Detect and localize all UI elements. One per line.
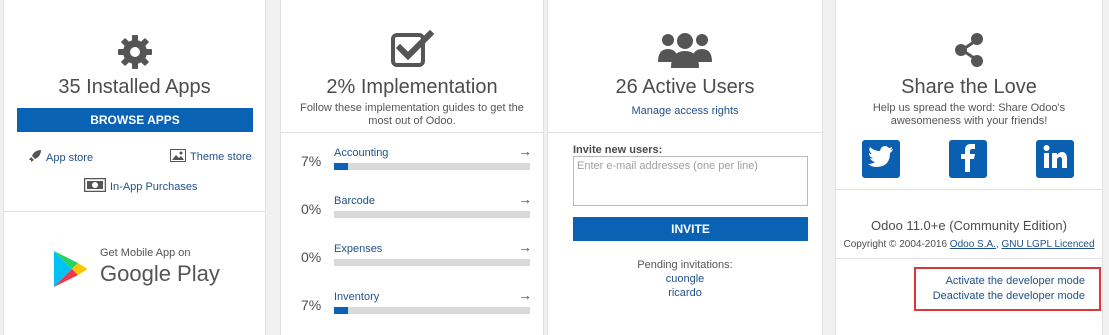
- guide-row[interactable]: 0% Expenses →: [281, 235, 545, 283]
- guide-row[interactable]: 7% Inventory →: [281, 283, 545, 331]
- pending-label: Pending invitations:: [637, 259, 733, 271]
- guide-percent: 0%: [301, 201, 322, 217]
- guide-percent: 7%: [301, 153, 322, 169]
- guide-percent: 0%: [301, 249, 322, 265]
- implementation-title: 2% Implementation: [326, 76, 498, 98]
- copyright-text: Copyright © 2004-2016: [843, 239, 948, 250]
- guide-name-link[interactable]: Barcode: [334, 195, 375, 207]
- guide-name-link[interactable]: Inventory: [334, 291, 379, 303]
- mobile-store-label: Google Play: [100, 261, 220, 286]
- guide-row[interactable]: 7% Accounting →: [281, 139, 545, 187]
- in-app-purchases-label[interactable]: In-App Purchases: [110, 181, 197, 193]
- apps-section: 35 Installed Apps BROWSE APPS App store …: [4, 0, 265, 212]
- checkbox-icon: [281, 30, 543, 70]
- users-header: 26 Active Users Manage access rights: [548, 0, 822, 133]
- app-store-link[interactable]: App store: [28, 149, 93, 166]
- users-icon: [548, 30, 822, 70]
- version-title: Odoo 11.0+e (Community Edition): [871, 218, 1067, 233]
- activate-developer-mode-link[interactable]: Activate the developer mode: [946, 275, 1085, 287]
- guide-row[interactable]: 0% Barcode →: [281, 187, 545, 235]
- guide-name-link[interactable]: Accounting: [334, 147, 388, 159]
- facebook-share-button[interactable]: [949, 140, 987, 178]
- google-play-icon: [52, 249, 88, 294]
- guide-percent: 7%: [301, 297, 322, 313]
- invite-button[interactable]: INVITE: [573, 217, 808, 241]
- guide-progress-fill: [334, 307, 348, 314]
- twitter-icon: [868, 145, 894, 173]
- linkedin-icon: [1042, 144, 1068, 175]
- users-panel: 26 Active Users Manage access rights Inv…: [547, 0, 823, 335]
- twitter-share-button[interactable]: [862, 140, 900, 178]
- guide-progress-bar: [334, 307, 530, 314]
- pending-user-link[interactable]: ricardo: [548, 287, 822, 300]
- manage-access-link[interactable]: Manage access rights: [548, 105, 822, 118]
- arrow-right-icon[interactable]: →: [518, 239, 532, 255]
- developer-mode-box: Activate the developer mode Deactivate t…: [914, 267, 1101, 311]
- guide-progress-fill: [334, 163, 348, 170]
- share-subtitle: Help us spread the word: Share Odoo's aw…: [872, 102, 1066, 127]
- apps-panel: 35 Installed Apps BROWSE APPS App store …: [3, 0, 266, 335]
- invite-label: Invite new users:: [573, 144, 663, 156]
- facebook-icon: [958, 142, 978, 177]
- arrow-right-icon[interactable]: →: [518, 143, 532, 159]
- arrow-right-icon[interactable]: →: [518, 191, 532, 207]
- odoo-company-link[interactable]: Odoo S.A.: [950, 239, 996, 250]
- version-section: Odoo 11.0+e (Community Edition) Copyrigh…: [836, 190, 1102, 259]
- apps-title: 35 Installed Apps: [58, 76, 211, 98]
- copyright-line: Copyright © 2004-2016 Odoo S.A., GNU LGP…: [843, 239, 1095, 250]
- invite-email-field[interactable]: [573, 156, 808, 206]
- share-icon: [836, 33, 1102, 67]
- mobile-get-label: Get Mobile App on: [100, 247, 191, 259]
- gear-icon: [4, 32, 265, 72]
- guide-progress-bar: [334, 211, 530, 218]
- app-store-label[interactable]: App store: [46, 152, 93, 164]
- implementation-subtitle: Follow these implementation guides to ge…: [300, 102, 524, 127]
- theme-store-label[interactable]: Theme store: [190, 151, 252, 163]
- guide-progress-bar: [334, 163, 530, 170]
- deactivate-developer-mode-link[interactable]: Deactivate the developer mode: [933, 290, 1085, 302]
- image-icon: [170, 149, 186, 165]
- share-section: Share the Love Help us spread the word: …: [836, 0, 1102, 190]
- linkedin-share-button[interactable]: [1036, 140, 1074, 178]
- money-icon: [83, 177, 107, 195]
- arrow-right-icon[interactable]: →: [518, 287, 532, 303]
- browse-apps-button[interactable]: BROWSE APPS: [17, 108, 253, 132]
- guide-name-link[interactable]: Expenses: [334, 243, 382, 255]
- licence-link[interactable]: GNU LGPL Licenced: [1002, 239, 1095, 250]
- pending-user-link[interactable]: cuongle: [548, 273, 822, 286]
- theme-store-link[interactable]: Theme store: [170, 149, 252, 165]
- in-app-purchases-link[interactable]: In-App Purchases: [83, 177, 197, 195]
- google-play-badge[interactable]: Get Mobile App on Google Play: [52, 247, 232, 292]
- rocket-icon: [28, 149, 42, 166]
- implementation-panel: 2% Implementation Follow these implement…: [280, 0, 544, 335]
- guide-progress-bar: [334, 259, 530, 266]
- users-title: 26 Active Users: [615, 76, 755, 98]
- implementation-header: 2% Implementation Follow these implement…: [281, 0, 543, 133]
- share-title: Share the Love: [901, 76, 1037, 98]
